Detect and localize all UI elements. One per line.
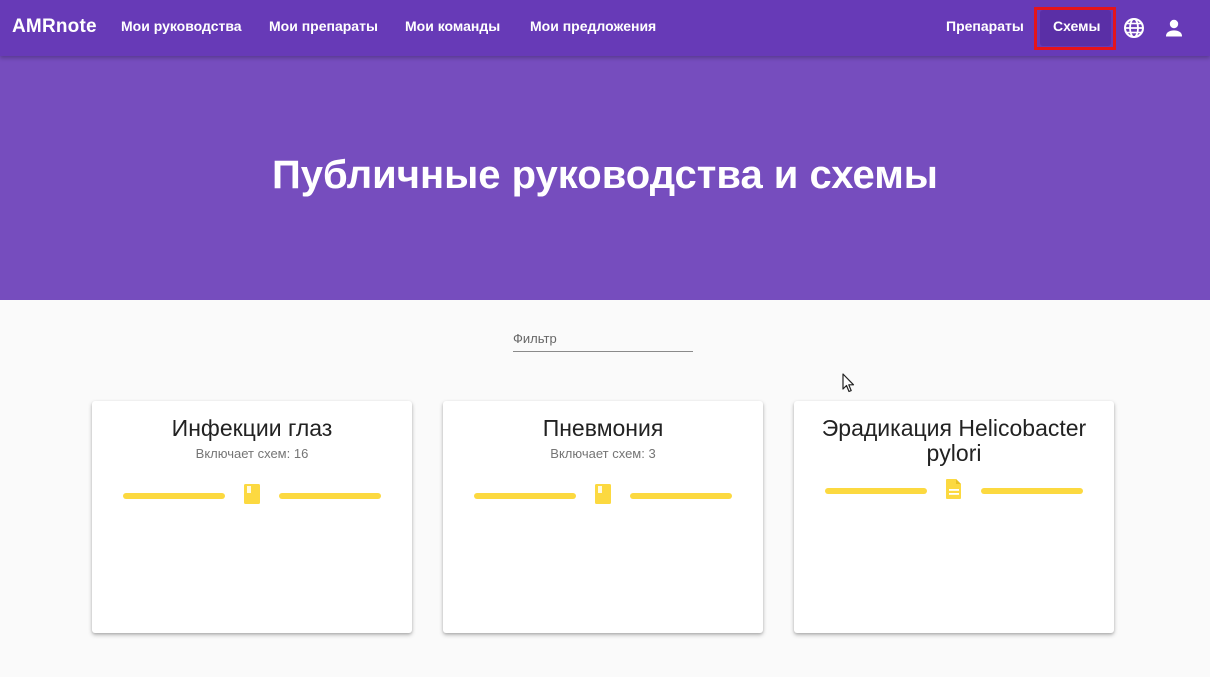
guide-card-pneumonia[interactable]: Пневмония Включает схем: 3 xyxy=(443,401,763,633)
divider-right xyxy=(279,493,381,499)
nav-my-proposals[interactable]: Мои предложения xyxy=(530,18,656,34)
book-icon xyxy=(593,483,613,505)
scheme-card-helicobacter[interactable]: Эрадикация Helicobacter pylori xyxy=(794,401,1114,633)
nav-my-drugs[interactable]: Мои препараты xyxy=(269,18,378,34)
nav-schemes-label: Схемы xyxy=(1053,18,1101,34)
mouse-cursor-icon xyxy=(842,373,856,393)
nav-drugs[interactable]: Препараты xyxy=(946,18,1024,34)
globe-icon[interactable] xyxy=(1122,16,1146,40)
guide-card-eye-infections[interactable]: Инфекции глаз Включает схем: 16 xyxy=(92,401,412,633)
filter-input[interactable] xyxy=(513,321,693,351)
brand-logo[interactable]: AMRnote xyxy=(12,16,97,38)
book-icon xyxy=(242,483,262,505)
top-app-bar: AMRnote Мои руководства Мои препараты Мо… xyxy=(0,0,1210,56)
divider-right xyxy=(981,488,1083,494)
divider-left xyxy=(474,493,576,499)
card-title: Эрадикация Helicobacter pylori xyxy=(821,415,1087,466)
divider-left xyxy=(825,488,927,494)
card-subtitle: Включает схем: 3 xyxy=(550,446,656,461)
divider-right xyxy=(630,493,732,499)
nav-my-guides[interactable]: Мои руководства xyxy=(121,18,242,34)
card-title: Пневмония xyxy=(542,415,664,441)
filter-field xyxy=(513,321,693,352)
divider-left xyxy=(123,493,225,499)
nav-my-teams[interactable]: Мои команды xyxy=(405,18,500,34)
hero-banner: Публичные руководства и схемы xyxy=(0,56,1210,300)
nav-schemes[interactable]: Схемы xyxy=(1040,10,1111,46)
person-icon[interactable] xyxy=(1162,16,1186,40)
page-title: Публичные руководства и схемы xyxy=(272,153,938,197)
card-title: Инфекции глаз xyxy=(171,415,333,441)
document-icon xyxy=(944,478,964,500)
card-subtitle: Включает схем: 16 xyxy=(195,446,309,461)
